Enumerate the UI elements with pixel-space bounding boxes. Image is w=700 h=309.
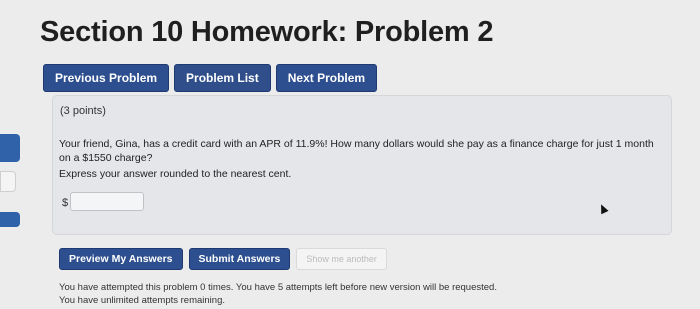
problem-list-button[interactable]: Problem List	[174, 64, 271, 92]
instruction-text: Express your answer rounded to the neare…	[59, 168, 292, 180]
page-title: Section 10 Homework: Problem 2	[40, 16, 494, 48]
next-problem-button[interactable]: Next Problem	[275, 64, 378, 92]
answer-input[interactable]	[70, 192, 144, 211]
submit-answers-button[interactable]: Submit Answers	[188, 248, 291, 270]
left-edge-tab[interactable]	[0, 171, 16, 192]
preview-answers-button[interactable]: Preview My Answers	[59, 248, 183, 270]
dollar-sign-label: $	[62, 197, 69, 209]
attempts-line: You have attempted this problem 0 times.…	[59, 282, 497, 293]
problem-panel: (3 points) Your friend, Gina, has a cred…	[52, 95, 672, 235]
left-edge-tab[interactable]	[0, 134, 20, 162]
action-bar: Preview My Answers Submit Answers Show m…	[59, 248, 387, 270]
previous-problem-button[interactable]: Previous Problem	[43, 64, 170, 92]
question-text: Your friend, Gina, has a credit card wit…	[59, 138, 654, 164]
show-another-button[interactable]: Show me another	[296, 248, 387, 270]
problem-nav: Previous Problem Problem List Next Probl…	[43, 64, 378, 92]
attempts-status: You have attempted this problem 0 times.…	[59, 282, 497, 307]
unlimited-attempts-line: You have unlimited attempts remaining.	[59, 294, 225, 306]
left-edge-tab[interactable]	[0, 212, 20, 227]
points-label: (3 points)	[60, 105, 106, 117]
